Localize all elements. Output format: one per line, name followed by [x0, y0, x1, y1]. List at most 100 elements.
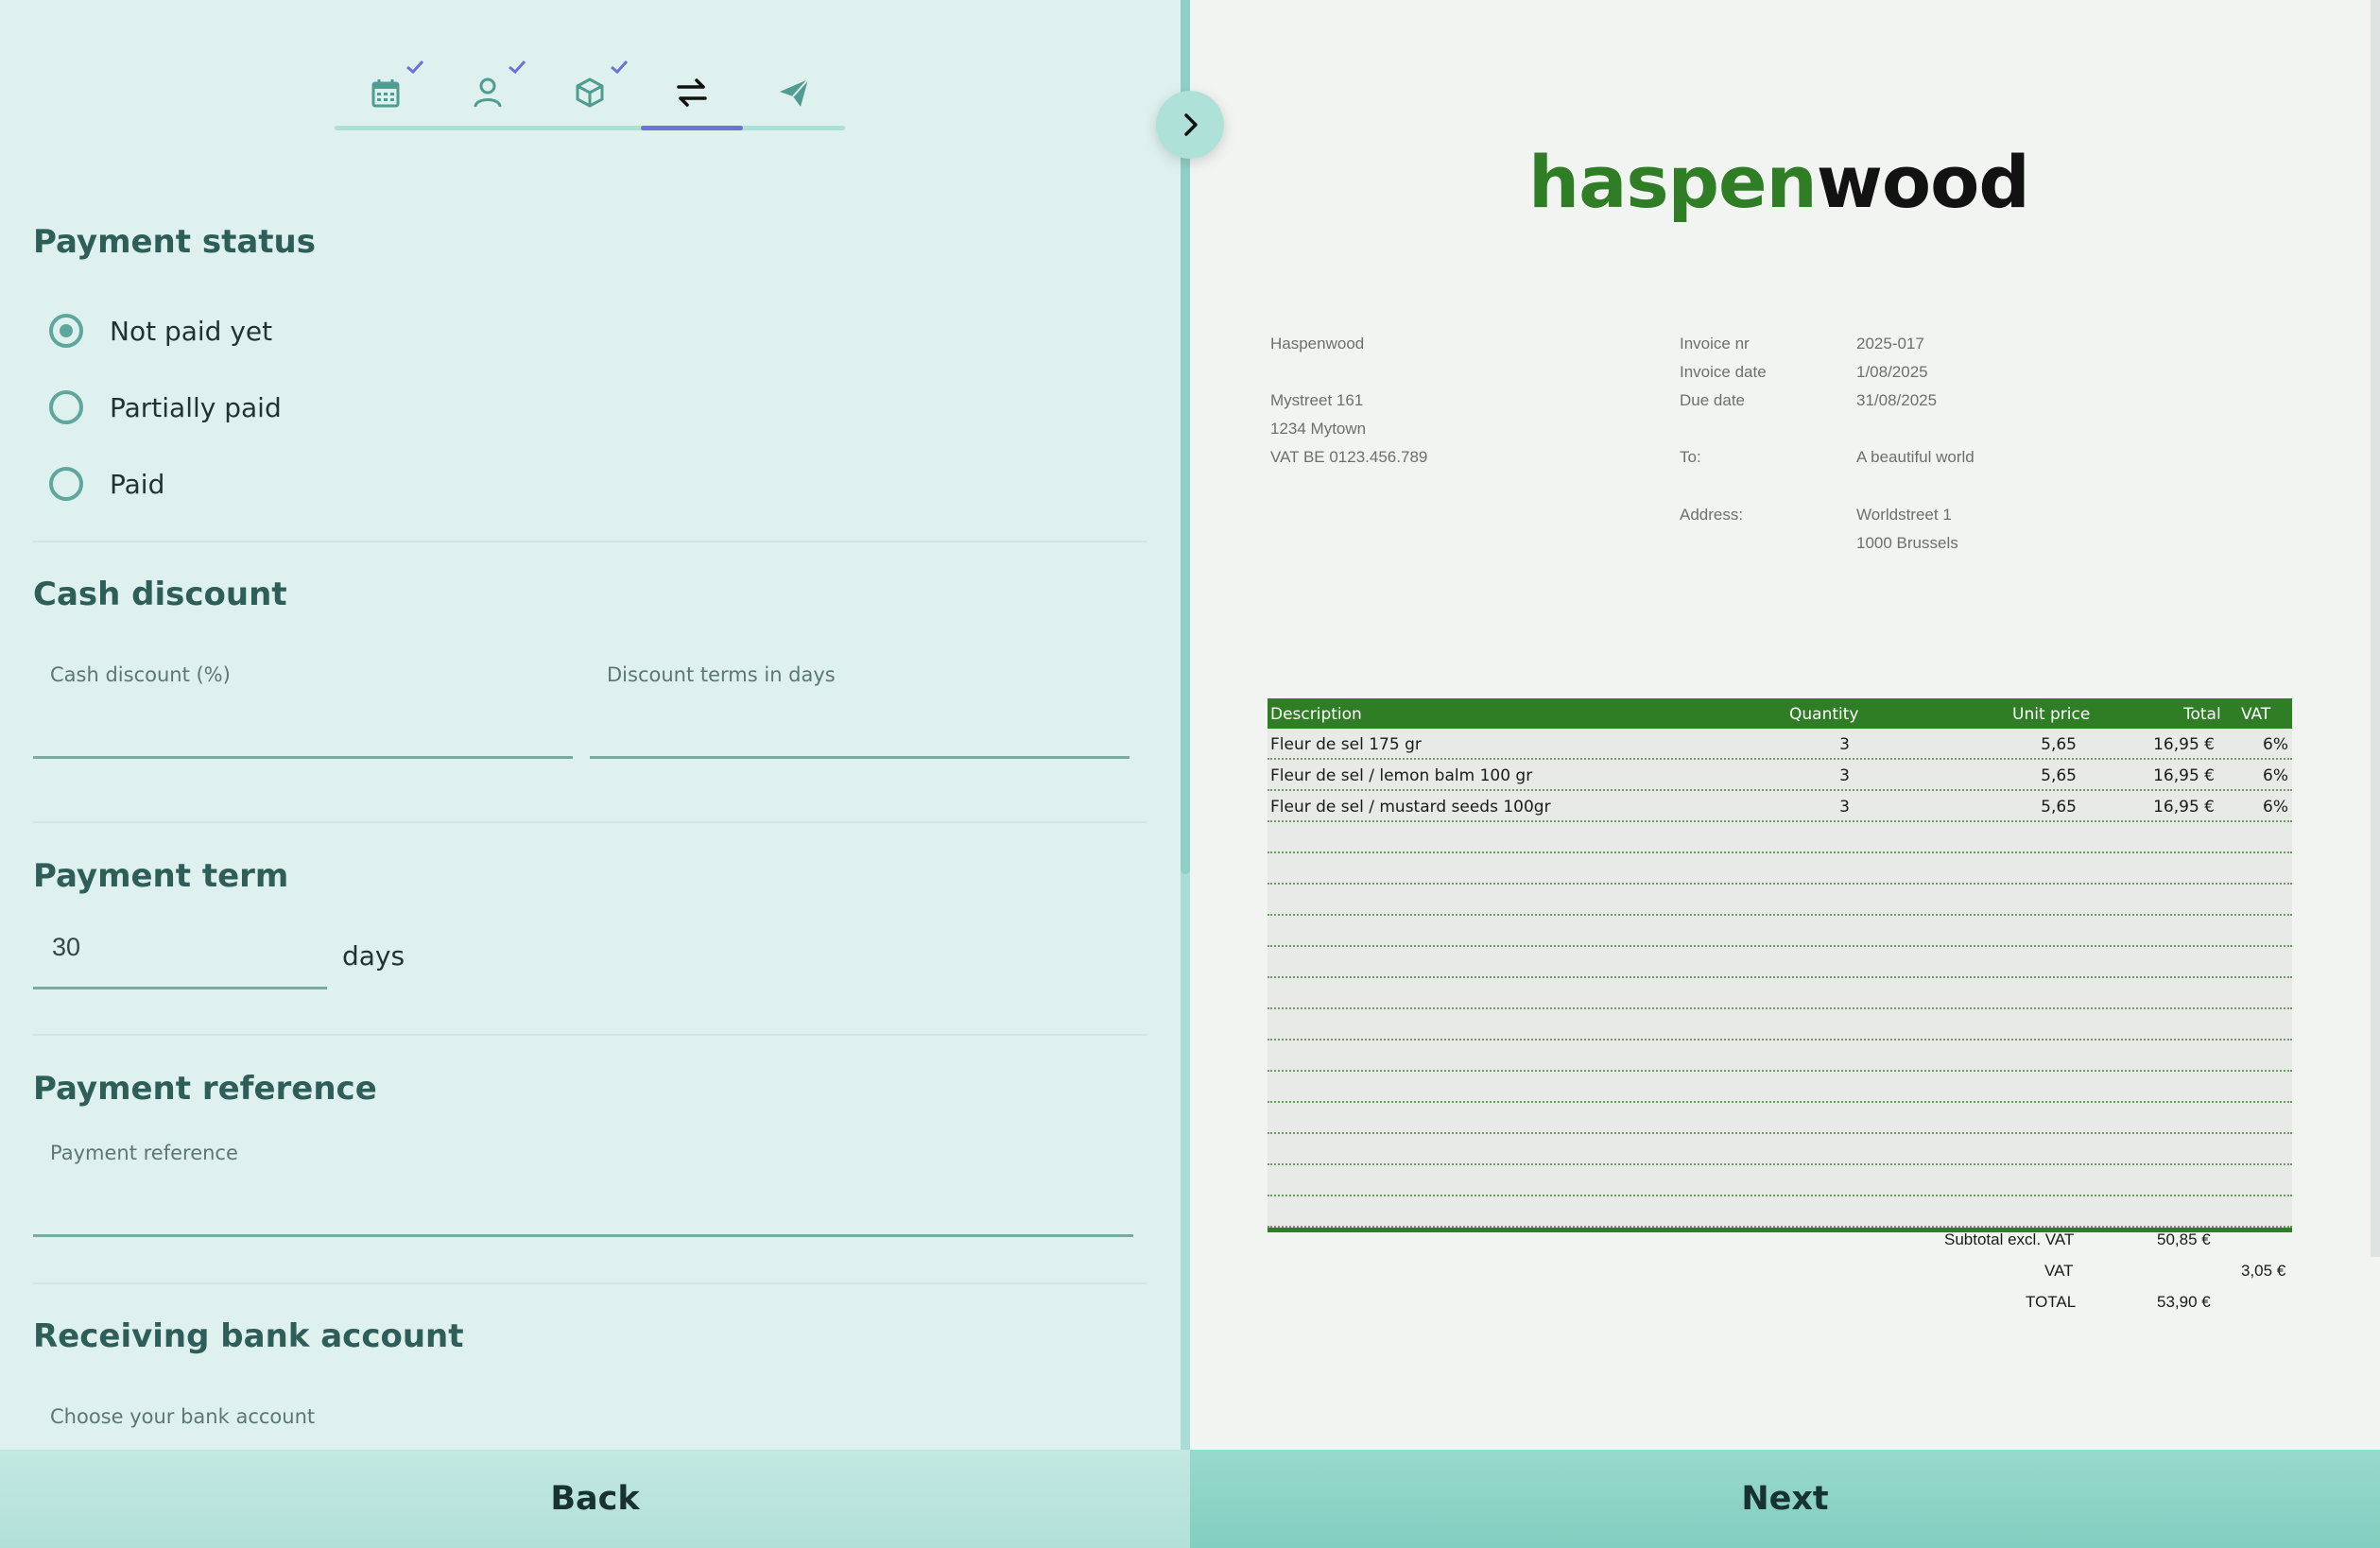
table-header: Description Quantity Unit price Total VA… — [1268, 698, 2292, 729]
bank-account-select-label[interactable]: Choose your bank account — [50, 1405, 315, 1428]
cell-total: 16,95 € — [2153, 766, 2215, 785]
cash-discount-title: Cash discount — [33, 576, 287, 613]
payment-term-underline — [33, 987, 327, 989]
cell-unit-price: 5,65 — [2041, 798, 2077, 817]
to-label: To: — [1680, 448, 1701, 466]
cell-quantity: 3 — [1839, 766, 1850, 785]
col-unit-price: Unit price — [2012, 705, 2091, 724]
cell-vat: 6% — [2263, 735, 2288, 754]
col-total: Total — [2183, 705, 2221, 724]
back-button[interactable]: Back — [0, 1450, 1190, 1548]
person-icon — [474, 77, 502, 108]
empty-table-row — [1268, 1103, 2292, 1134]
empty-table-row — [1268, 822, 2292, 853]
box-icon — [576, 77, 604, 108]
cash-discount-label: Cash discount (%) — [50, 663, 231, 686]
transfer-icon — [677, 78, 707, 107]
payment-reference-title: Payment reference — [33, 1070, 377, 1108]
cell-vat: 6% — [2263, 798, 2288, 817]
empty-table-row — [1268, 1165, 2292, 1196]
empty-table-row — [1268, 1009, 2292, 1041]
chevron-right-icon — [1184, 113, 1198, 136]
invoice-nr-label: Invoice nr — [1680, 335, 1750, 353]
divider — [33, 1282, 1147, 1284]
active-step-indicator — [641, 126, 743, 130]
table-row: Fleur de sel / lemon balm 100 gr 3 5,65 16,… — [1268, 760, 2292, 791]
vat-total-value: 3,05 € — [2241, 1262, 2286, 1280]
empty-table-row — [1268, 978, 2292, 1009]
empty-table-row — [1268, 1072, 2292, 1103]
toggle-preview-button[interactable] — [1156, 91, 1224, 159]
radio-partially-paid[interactable]: Partially paid — [49, 387, 282, 428]
step-date[interactable] — [335, 57, 437, 130]
send-icon — [780, 78, 809, 107]
subtotal-label: Subtotal excl. VAT — [1944, 1230, 2075, 1248]
due-date: 31/08/2025 — [1856, 391, 1938, 409]
payment-status-title: Payment status — [33, 223, 316, 261]
radio-paid[interactable]: Paid — [49, 463, 164, 505]
radio-label: Not paid yet — [110, 315, 273, 347]
next-button[interactable]: Next — [1190, 1450, 2380, 1548]
empty-table-row — [1268, 853, 2292, 885]
payment-reference-underline — [33, 1234, 1133, 1237]
sender-vat: VAT BE 0123.456.789 — [1270, 448, 1428, 466]
cell-unit-price: 5,65 — [2041, 735, 2077, 754]
payment-term-unit: days — [342, 940, 405, 972]
cell-quantity: 3 — [1839, 798, 1850, 817]
radio-button[interactable] — [49, 314, 83, 348]
divider — [33, 541, 1147, 542]
radio-label: Partially paid — [110, 391, 282, 423]
due-date-label: Due date — [1680, 391, 1745, 409]
sender-name: Haspenwood — [1270, 335, 1365, 353]
step-send[interactable] — [743, 57, 845, 130]
cell-quantity: 3 — [1839, 735, 1850, 754]
step-customer[interactable] — [437, 57, 539, 130]
address-label: Address: — [1680, 506, 1744, 524]
payment-reference-input[interactable] — [50, 1181, 1131, 1213]
cell-description: Fleur de sel 175 gr — [1270, 735, 1422, 754]
table-body: Fleur de sel 175 gr 3 5,65 16,95 € 6% Fleur d… — [1268, 729, 2292, 1228]
logo-part-green: haspen — [1528, 140, 1818, 224]
empty-table-row — [1268, 1134, 2292, 1165]
payment-term-input[interactable] — [50, 932, 319, 963]
vat-total-label: VAT — [2044, 1262, 2074, 1280]
cell-unit-price: 5,65 — [2041, 766, 2077, 785]
discount-terms-label: Discount terms in days — [607, 663, 836, 686]
preview-scrollbar[interactable] — [2371, 0, 2380, 1257]
invoice-nr: 2025-017 — [1856, 335, 1924, 353]
wizard-steps — [335, 57, 845, 130]
discount-terms-underline — [590, 756, 1130, 759]
company-logo: haspenwood — [1528, 140, 2030, 224]
discount-terms-input[interactable] — [607, 704, 1121, 735]
cell-total: 16,95 € — [2153, 798, 2215, 817]
logo-part-black: wood — [1816, 140, 2030, 224]
address-line2: 1000 Brussels — [1856, 534, 1958, 552]
step-payment[interactable] — [641, 57, 743, 130]
empty-table-row — [1268, 1196, 2292, 1228]
divider — [33, 1034, 1147, 1036]
cell-description: Fleur de sel / lemon balm 100 gr — [1270, 766, 1533, 785]
radio-button[interactable] — [49, 390, 83, 424]
bank-account-title: Receiving bank account — [33, 1317, 464, 1355]
radio-label: Paid — [110, 468, 165, 500]
sender-street: Mystreet 161 — [1270, 391, 1364, 409]
check-icon — [406, 60, 424, 75]
radio-not-paid[interactable]: Not paid yet — [49, 310, 272, 352]
check-icon — [611, 60, 629, 75]
invoice-date-label: Invoice date — [1680, 363, 1767, 381]
payment-reference-label: Payment reference — [50, 1142, 238, 1164]
cash-discount-input[interactable] — [50, 704, 564, 735]
table-bottom-border — [1268, 1228, 2292, 1232]
address-line1: Worldstreet 1 — [1856, 506, 1952, 524]
empty-table-row — [1268, 916, 2292, 947]
divider — [33, 821, 1147, 823]
to-value: A beautiful world — [1856, 448, 1975, 466]
col-description: Description — [1270, 705, 1362, 724]
radio-button[interactable] — [49, 467, 83, 501]
invoice-date: 1/08/2025 — [1856, 363, 1928, 381]
table-row: Fleur de sel 175 gr 3 5,65 16,95 € 6% — [1268, 729, 2292, 760]
grand-total-label: TOTAL — [2026, 1293, 2077, 1311]
col-vat: VAT — [2241, 705, 2271, 724]
step-products[interactable] — [539, 57, 641, 130]
subtotal-value: 50,85 € — [2157, 1230, 2211, 1248]
